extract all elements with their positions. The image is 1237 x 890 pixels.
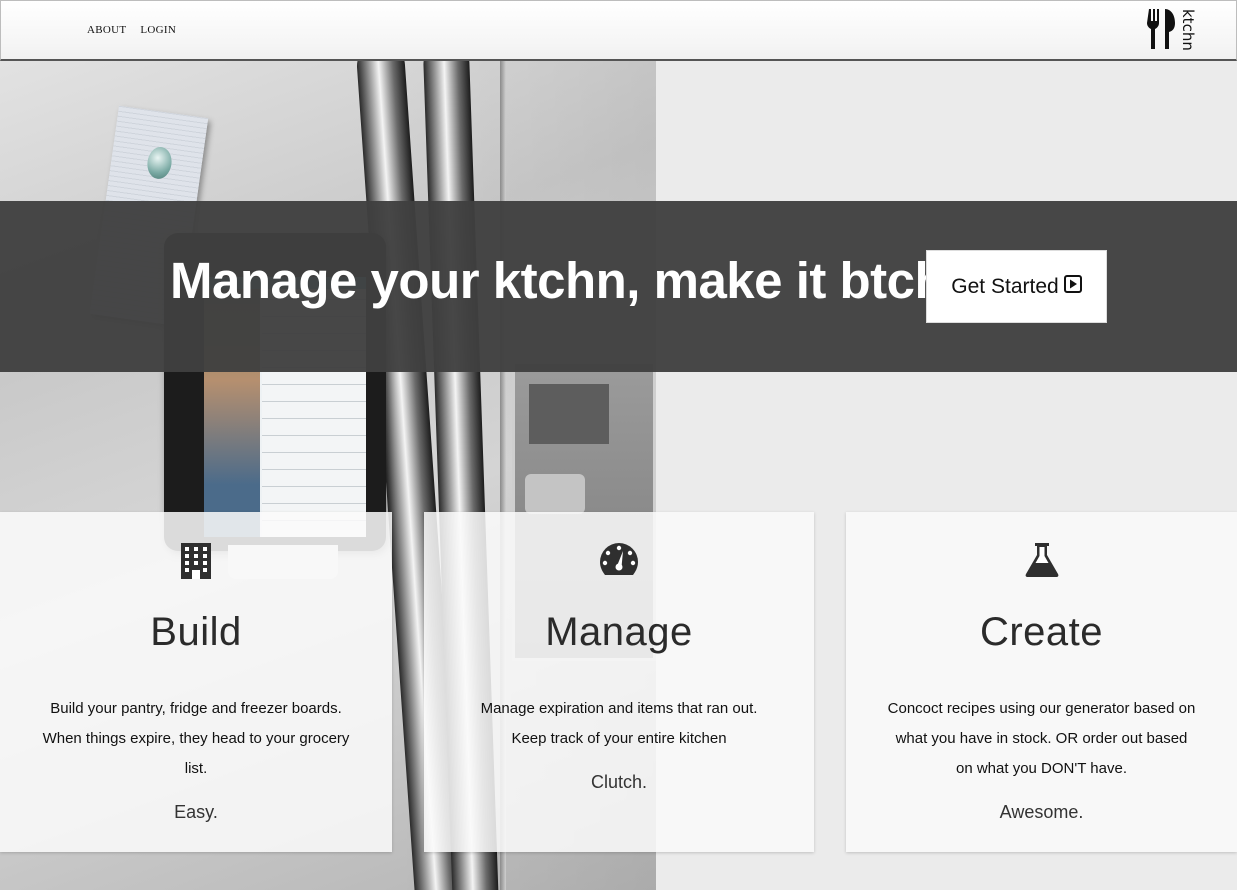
brand-logo[interactable]: ktchn: [1147, 9, 1197, 54]
get-started-button[interactable]: Get Started: [926, 250, 1107, 323]
feature-card-build: Build Build your pantry, fridge and free…: [0, 512, 392, 852]
feature-description: Build your pantry, fridge and freezer bo…: [42, 700, 350, 777]
brand-name: ktchn: [1179, 9, 1197, 51]
nav-link-login[interactable]: LOGIN: [140, 24, 176, 36]
fork-knife-icon: [1147, 9, 1179, 54]
feature-tagline: Easy.: [174, 802, 218, 822]
navbar: ABOUT LOGIN ktchn: [0, 0, 1237, 61]
magnet-pin: [145, 145, 174, 181]
feature-title: Create: [979, 610, 1104, 654]
dashboard-icon: [424, 542, 814, 582]
feature-card-create: Create Concoct recipes using our generat…: [846, 512, 1237, 852]
nav-link-about[interactable]: ABOUT: [87, 24, 126, 36]
nav-links: ABOUT LOGIN: [87, 24, 176, 36]
feature-title: Manage: [545, 610, 693, 654]
get-started-label: Get Started: [951, 274, 1059, 298]
feature-card-manage: Manage Manage expiration and items that …: [424, 512, 814, 852]
feature-tagline: Clutch.: [590, 772, 648, 792]
feature-description: Manage expiration and items that ran out…: [480, 700, 758, 747]
play-icon: [1063, 275, 1082, 298]
building-icon: [0, 542, 392, 582]
feature-description: Concoct recipes using our generator base…: [887, 700, 1196, 777]
flask-icon: [846, 542, 1237, 582]
hero-headline: Manage your ktchn, make it btchn.: [170, 252, 990, 309]
feature-tagline: Awesome.: [999, 802, 1084, 822]
feature-title: Build: [150, 610, 242, 654]
hero-banner: Manage your ktchn, make it btchn. Get St…: [0, 201, 1237, 372]
